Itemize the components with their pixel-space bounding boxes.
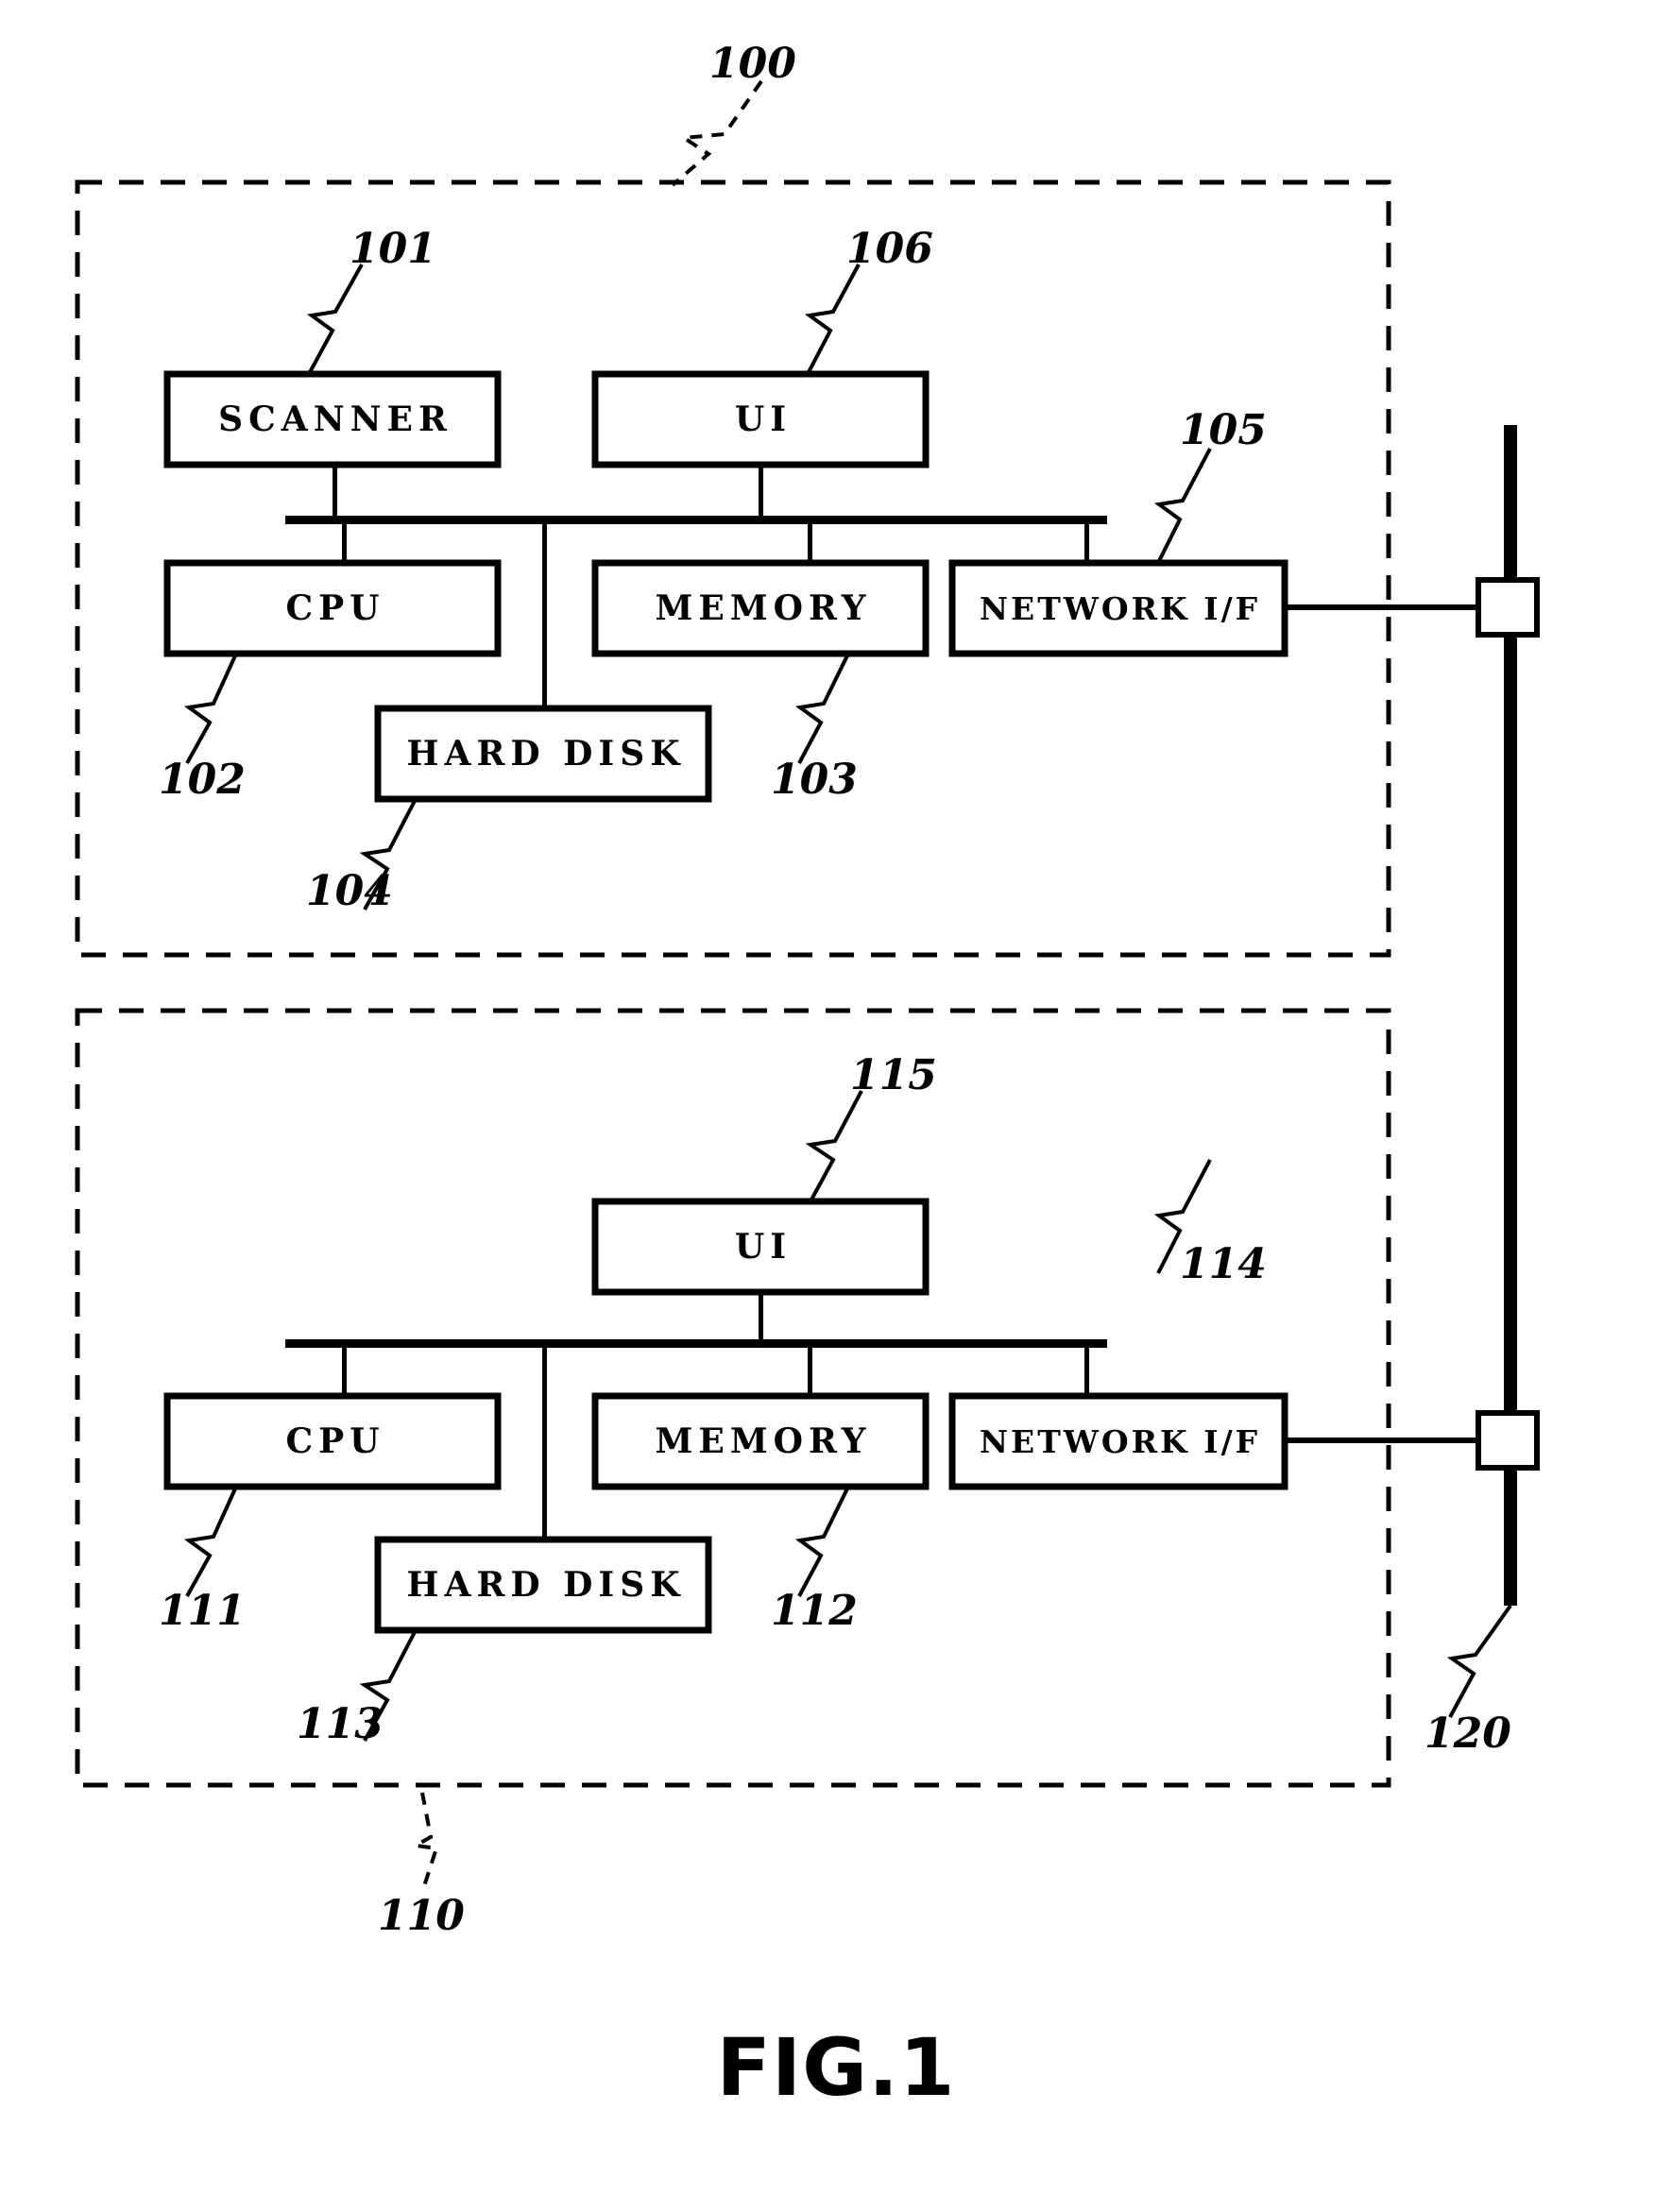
patent-figure: SCANNER UI CPU MEMORY HARD DISK NETWORK … [0,0,1672,2212]
leader-110 [409,1792,439,1890]
ui-115-bus-stub [759,1292,763,1343]
hdd-113-label: HARD DISK [406,1565,686,1605]
ref-numeral-114: 114 [1180,1240,1267,1288]
cpu-102-bus-stub [342,522,347,566]
ref-numeral-105: 105 [1180,406,1267,454]
network-connector-100 [1476,577,1540,638]
netif-114-label: NETWORK I/F [979,1422,1261,1460]
ui-106-label: UI [734,400,793,439]
leader-115 [805,1090,863,1202]
netif-105-label: NETWORK I/F [979,589,1261,627]
ref-numeral-111: 111 [159,1587,246,1635]
ref-numeral-115: 115 [850,1051,937,1099]
ref-numeral-120: 120 [1425,1710,1511,1758]
bus-110 [285,1339,1107,1348]
leader-103 [794,653,850,764]
memory-112-label: MEMORY [655,1421,872,1461]
leader-100 [671,79,763,187]
ref-numeral-110: 110 [378,1892,465,1940]
ui-115-label: UI [734,1227,793,1267]
netif-114-bus-stub [1084,1346,1089,1399]
netif-105-network-link [1285,604,1480,610]
netif-114-network-link [1285,1438,1480,1443]
network-connector-110 [1476,1410,1540,1471]
hdd-113-bus-stub [542,1346,547,1542]
figure-linework [75,79,1540,1890]
scanner-label: SCANNER [218,400,452,439]
cpu-102-label: CPU [285,588,385,628]
leader-111 [183,1486,238,1597]
ref-numeral-112: 112 [771,1587,858,1635]
leader-106 [804,264,861,375]
ref-numeral-102: 102 [159,756,246,804]
cpu-111-label: CPU [285,1421,385,1461]
ref-numeral-106: 106 [846,225,933,273]
leader-101 [306,264,364,375]
ref-numeral-104: 104 [306,867,393,915]
scanner-bus-stub [333,465,337,519]
cpu-111-bus-stub [342,1346,347,1399]
leader-102 [183,653,238,764]
ref-numeral-103: 103 [771,756,858,804]
ref-numeral-100: 100 [709,40,796,88]
memory-103-bus-stub [808,522,812,566]
ref-numeral-101: 101 [350,225,436,273]
bus-100 [285,516,1107,524]
leader-120 [1446,1604,1512,1718]
netif-105-bus-stub [1084,522,1089,566]
memory-112-bus-stub [808,1346,812,1399]
figure-caption: FIG.1 [716,2021,956,2114]
hdd-104-label: HARD DISK [406,734,686,774]
ref-numeral-113: 113 [297,1700,384,1748]
ui-106-bus-stub [759,465,763,519]
leader-112 [794,1486,850,1597]
leader-105 [1153,448,1212,564]
hdd-104-bus-stub [542,522,547,711]
memory-103-label: MEMORY [655,588,872,628]
